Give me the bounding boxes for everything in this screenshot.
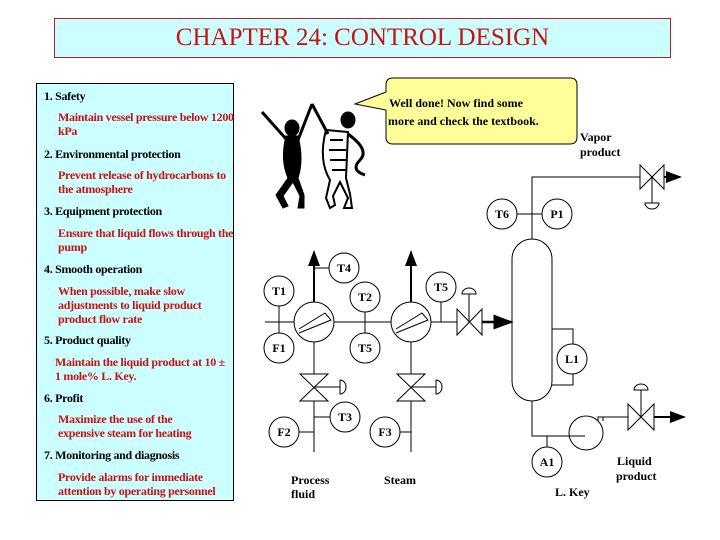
control-valve-icon <box>298 373 347 402</box>
control-valve-icon <box>395 373 443 402</box>
instrument-tag: A1 <box>540 455 555 469</box>
instrument-t1: T1 <box>263 275 295 307</box>
instrument-tag: F2 <box>277 425 290 439</box>
instrument-t2: T2 <box>349 281 381 313</box>
control-valve-icon <box>456 287 483 337</box>
stream-label: Steam <box>384 473 416 487</box>
instrument-tag: P1 <box>550 207 563 221</box>
control-valve-icon <box>639 163 665 210</box>
callout-text: more and check the textbook. <box>388 114 539 128</box>
instrument-tag: T3 <box>338 410 352 424</box>
stream-label: Process <box>291 473 330 487</box>
instrument-tag: T5 <box>434 280 448 294</box>
instrument-tag: L1 <box>565 352 579 366</box>
instrument-tag: T4 <box>337 261 351 275</box>
instrument-t5b: T5 <box>349 332 381 364</box>
instrument-f2: F2 <box>268 416 300 448</box>
instrument-tag: F3 <box>378 425 391 439</box>
instrument-tag: T2 <box>358 290 372 304</box>
stream-label: product <box>616 469 656 483</box>
pump-icon <box>568 415 604 451</box>
instrument-t4: T4 <box>328 252 360 284</box>
heat-exchanger-icon <box>390 301 432 343</box>
instrument-p1: P1 <box>541 198 573 230</box>
heat-exchanger-icon <box>293 301 335 343</box>
instrument-l1: L1 <box>556 343 588 375</box>
process-diagram: Well done! Now find some more and check … <box>260 77 686 501</box>
stream-label: fluid <box>291 487 315 501</box>
instrument-t6: T6 <box>486 198 518 230</box>
stream-label: L. Key <box>555 485 590 499</box>
stream-label: Vapor <box>580 130 612 144</box>
instrument-t3: T3 <box>329 401 361 433</box>
instrument-f1: F1 <box>263 332 295 364</box>
callout-text: Well done! Now find some <box>389 96 524 110</box>
instrument-tag: T6 <box>495 207 509 221</box>
flash-drum <box>511 238 553 402</box>
instrument-a1: A1 <box>531 446 563 478</box>
stream-label: Liquid <box>617 454 652 468</box>
speech-bubble <box>353 77 578 145</box>
instrument-f3: F3 <box>369 416 401 448</box>
instrument-t5a: T5 <box>425 271 457 303</box>
instrument-tag: T5 <box>358 341 372 355</box>
instrument-tag: T1 <box>272 284 286 298</box>
control-valve-icon <box>627 383 655 432</box>
celebrating-figures-icon <box>260 103 366 210</box>
instrument-tag: F1 <box>272 341 285 355</box>
stream-label: product <box>580 145 620 159</box>
